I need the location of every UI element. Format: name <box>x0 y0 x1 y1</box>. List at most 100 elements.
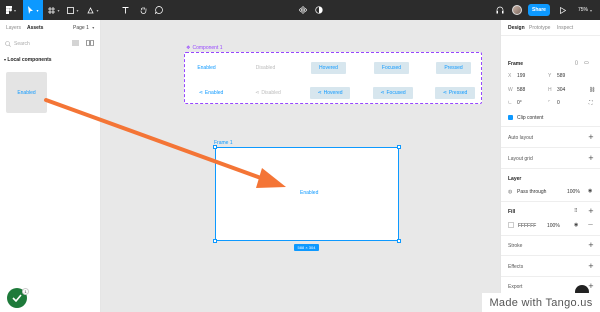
corner-radius-input[interactable]: 0 <box>557 100 560 106</box>
independent-corners-icon[interactable]: ⛶ <box>589 100 593 106</box>
selected-frame[interactable]: Enabled <box>213 145 401 243</box>
share-icon: ⋖ <box>442 90 447 96</box>
variant-label: Enabled <box>204 90 224 96</box>
resize-handle-top-right[interactable] <box>397 145 401 149</box>
canvas[interactable]: ❖ Component 1 Enabled Disabled Hovered F… <box>101 20 500 312</box>
variant-label: Pressed <box>448 90 468 96</box>
layer-opacity-input[interactable]: 100% <box>567 189 580 195</box>
pen-icon <box>87 6 95 13</box>
list-view-icon[interactable] <box>72 40 79 46</box>
tab-design[interactable]: Design <box>508 25 525 31</box>
present-button[interactable] <box>557 0 569 20</box>
resize-handle-bottom-right[interactable] <box>397 239 401 243</box>
variant-disabled-with-icon[interactable]: ⋖ Disabled <box>248 87 288 99</box>
variant-disabled[interactable]: Disabled <box>248 62 283 74</box>
variant-focused-with-icon[interactable]: ⋖ Focused <box>373 87 413 99</box>
style-grid-icon[interactable]: ⠿ <box>574 208 578 214</box>
tab-inspect[interactable]: Inspect <box>557 25 573 31</box>
height-input[interactable]: 304 <box>557 87 565 93</box>
component-set[interactable]: Enabled Disabled Hovered Focused Pressed… <box>184 52 482 104</box>
move-tool-button[interactable]: ▾ <box>23 0 43 20</box>
divider <box>501 35 600 36</box>
frame-instance-text[interactable]: Enabled <box>300 190 318 196</box>
x-input[interactable]: 199 <box>517 73 525 79</box>
eye-icon[interactable]: ◉ <box>574 222 578 228</box>
resize-handle-top-left[interactable] <box>213 145 217 149</box>
variant-enabled-with-icon[interactable]: ⋖ Enabled <box>191 87 231 99</box>
text-icon <box>122 6 128 13</box>
add-effect-button[interactable]: + <box>588 262 594 270</box>
constrain-proportions-icon[interactable]: ⛓ <box>589 87 595 93</box>
add-layout-grid-button[interactable]: + <box>588 154 594 162</box>
component-icon <box>299 6 307 14</box>
y-label: Y <box>548 73 552 79</box>
fill-color-swatch[interactable] <box>508 222 514 228</box>
dimension-badge: 588 × 304 <box>294 244 319 251</box>
share-icon: ⋖ <box>380 90 385 96</box>
hand-tool-button[interactable] <box>137 0 149 20</box>
rotation-input[interactable]: 0° <box>517 100 522 106</box>
variant-hovered[interactable]: Hovered <box>311 62 346 74</box>
checkmark-icon <box>12 294 22 302</box>
local-components-header[interactable]: ▾ Local components <box>4 57 52 63</box>
eye-icon[interactable]: ◉ <box>588 188 592 194</box>
page-selector[interactable]: Page 1 ▾ <box>73 25 94 31</box>
add-stroke-button[interactable]: + <box>588 241 594 249</box>
portrait-icon[interactable]: ▯ <box>575 60 578 66</box>
audio-button[interactable] <box>494 0 506 20</box>
user-avatar[interactable] <box>512 5 522 15</box>
variant-enabled[interactable]: Enabled <box>189 62 224 74</box>
clip-content-checkbox[interactable] <box>508 115 513 120</box>
divider <box>501 235 600 236</box>
width-input[interactable]: 588 <box>517 87 525 93</box>
resize-handle-bottom-left[interactable] <box>213 239 217 243</box>
library-icon[interactable] <box>86 40 94 46</box>
landscape-icon[interactable]: ▭ <box>584 60 589 66</box>
chevron-down-icon: ▾ <box>4 57 7 62</box>
text-tool-button[interactable] <box>119 0 131 20</box>
x-label: X <box>508 73 512 79</box>
left-panel: Layers Assets Page 1 ▾ Search ▾ Local co… <box>0 20 101 312</box>
variant-hovered-with-icon[interactable]: ⋖ Hovered <box>310 87 350 99</box>
share-button[interactable]: Share <box>528 4 550 16</box>
component-thumbnail[interactable]: Enabled <box>6 72 47 113</box>
variant-pressed-with-icon[interactable]: ⋖ Pressed <box>435 87 475 99</box>
frame-tool-button[interactable]: ▾ <box>45 0 63 20</box>
variant-pressed[interactable]: Pressed <box>436 62 471 74</box>
local-components-title: Local components <box>7 57 52 63</box>
contrast-toggle-button[interactable] <box>313 0 325 20</box>
hand-icon <box>140 7 146 14</box>
divider <box>501 255 600 256</box>
shape-tool-button[interactable]: ▾ <box>64 0 82 20</box>
tab-prototype[interactable]: Prototype <box>529 25 550 31</box>
variant-focused[interactable]: Focused <box>374 62 409 74</box>
component-tool-button[interactable] <box>297 0 309 20</box>
variant-label: Pressed <box>444 65 463 71</box>
add-auto-layout-button[interactable]: + <box>588 133 594 141</box>
fill-opacity-input[interactable]: 100% <box>547 223 560 229</box>
rotation-icon: ∟ <box>508 100 513 106</box>
corner-radius-icon: ⌜ <box>548 100 551 106</box>
auto-layout-title: Auto layout <box>508 135 534 141</box>
pen-tool-button[interactable]: ▾ <box>84 0 102 20</box>
export-title: Export <box>508 284 523 290</box>
divider <box>501 147 600 148</box>
blend-mode-icon: ◍ <box>508 189 513 195</box>
assets-search[interactable]: Search <box>5 41 30 47</box>
blend-mode-select[interactable]: Pass through <box>517 189 546 195</box>
fill-title: Fill <box>508 209 516 215</box>
divider <box>501 201 600 202</box>
component-set-label[interactable]: ❖ Component 1 <box>186 45 223 51</box>
tab-assets[interactable]: Assets <box>27 25 43 31</box>
add-fill-button[interactable]: + <box>588 207 594 215</box>
zoom-control[interactable]: 75% ▾ <box>578 0 592 20</box>
component-set-name: Component 1 <box>192 45 223 51</box>
asset-view-controls <box>72 40 94 46</box>
tab-layers[interactable]: Layers <box>6 25 21 31</box>
main-menu-button[interactable]: ▾ <box>2 0 20 20</box>
remove-fill-button[interactable]: — <box>588 222 593 228</box>
fill-hex-input[interactable]: FFFFFF <box>518 223 536 229</box>
y-input[interactable]: 589 <box>557 73 565 79</box>
add-export-button[interactable]: + <box>588 282 594 290</box>
comment-tool-button[interactable] <box>153 0 165 20</box>
